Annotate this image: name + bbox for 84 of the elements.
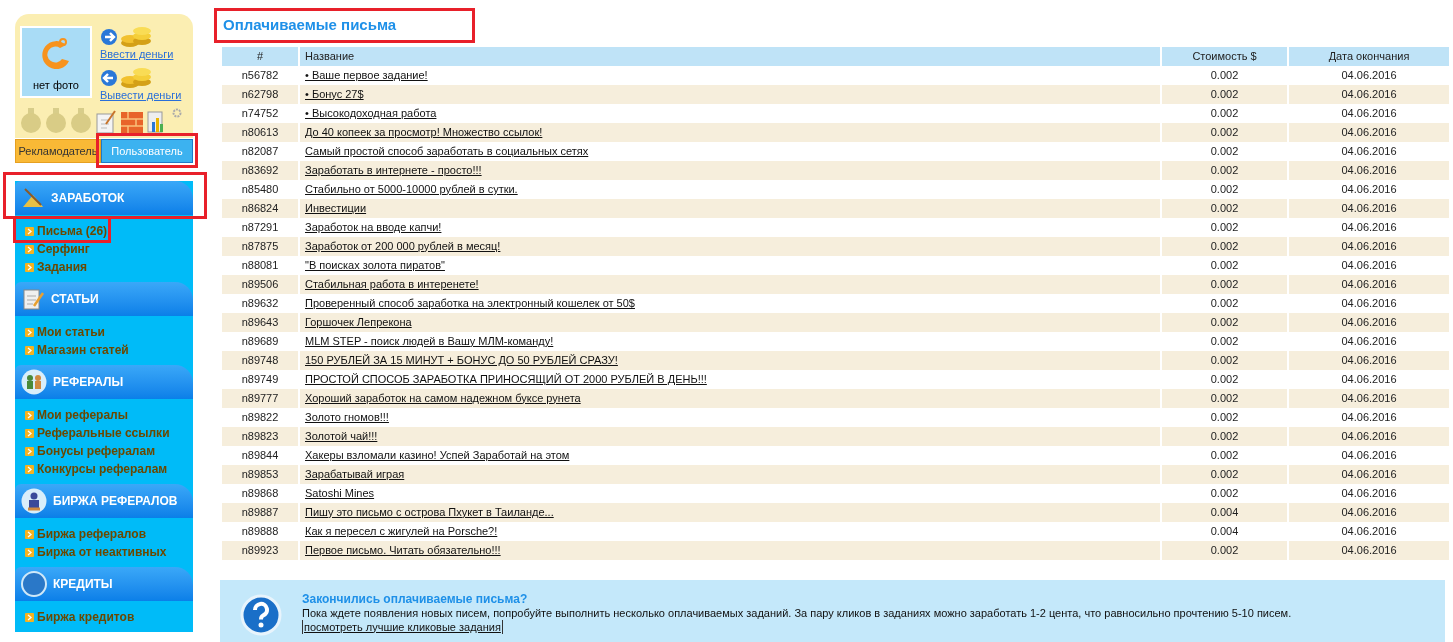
menu-link[interactable]: Мои рефералы — [25, 406, 128, 425]
menu-link[interactable]: Магазин статей — [25, 341, 129, 360]
letter-link[interactable]: Стабильная работа в интеренете! — [305, 277, 479, 290]
menu-link[interactable]: Серфинг — [25, 240, 90, 259]
letter-id: n89923 — [221, 540, 299, 560]
bullet-arrow-icon — [25, 612, 34, 622]
notice-title: Закончились оплачиваемые письма? — [302, 591, 529, 606]
medal-icon — [20, 108, 42, 134]
section-title: РЕФЕРАЛЫ — [53, 374, 124, 392]
letter-link[interactable]: MLM STEP - поиск людей в Вашу МЛМ-команду! — [305, 334, 554, 347]
menu-link-label: Биржа кредитов — [37, 609, 135, 627]
bullet-arrow-icon — [25, 464, 34, 474]
bullet-arrow-icon — [25, 345, 34, 355]
medal-icon — [45, 108, 67, 134]
letter-link[interactable]: Золото гномов!!! — [305, 410, 389, 423]
section-title: СТАТЬИ — [51, 291, 99, 309]
letter-link[interactable]: Заработок на вводе капчи! — [305, 220, 442, 233]
menu-link[interactable]: Задания — [25, 258, 88, 277]
letter-link[interactable]: 150 РУБЛЕЙ ЗА 15 МИНУТ + БОНУС ДО 50 РУБЛЕЙ СРАЗУ! — [305, 353, 618, 366]
pickaxe-pile-icon — [21, 187, 45, 210]
notice-text: Пока ждете появления новых писем, попробуйте выполнить несколько оплачиваемых заданий. За пару кликов в заданиях можно заработать 1-2 цента, что равносильно прочтению 5-10 писем. — [302, 605, 1292, 620]
letter-link[interactable]: Пишу это письмо с острова Пхукет в Таиланде... — [305, 505, 554, 518]
letter-link[interactable]: Стабильно от 5000-10000 рублей в сутки. — [305, 182, 518, 195]
letter-link[interactable]: Первое письмо. Читать обязательно!!! — [305, 543, 501, 556]
coins-icon — [120, 26, 154, 48]
letter-cost: 0.002 — [1161, 540, 1288, 560]
notice-link[interactable]: посмотреть лучшие кликовые задания — [302, 619, 503, 634]
letter-link[interactable]: • Ваше первое задание! — [305, 68, 428, 81]
letter-link[interactable]: Золотой чай!!! — [305, 429, 378, 442]
letter-link[interactable]: ПРОСТОЙ СПОСОБ ЗАРАБОТКА ПРИНОСЯЩИЙ ОТ 2000 РУБЛЕЙ В ДЕНЬ!!! — [305, 372, 707, 385]
right-arrow-icon — [100, 28, 118, 46]
avatar-label: нет фото — [33, 77, 79, 93]
menu-link-label: Серфинг — [37, 241, 90, 259]
bullet-arrow-icon — [25, 446, 34, 456]
section-title: ЗАРАБОТОК — [51, 190, 125, 208]
settings-icon[interactable] — [172, 108, 182, 118]
bullet-arrow-icon — [25, 244, 34, 254]
bullet-arrow-icon — [25, 529, 34, 539]
credit-coin-icon — [21, 571, 47, 598]
letter-link[interactable]: • Бонус 27$ — [305, 87, 364, 100]
letter-link[interactable]: Как я пересел с жигулей на Porsche?! — [305, 524, 498, 537]
bullet-arrow-icon — [25, 428, 34, 438]
letter-link[interactable]: Заработать в интернете - просто!!! — [305, 163, 482, 176]
medal-icon — [70, 108, 92, 134]
brick-wall-icon — [120, 110, 144, 134]
deposit-link[interactable]: Ввести деньги — [100, 48, 182, 61]
menu-link[interactable]: Биржа кредитов — [25, 608, 135, 627]
mode-tab[interactable]: Рекламодатель — [15, 139, 101, 164]
section-title: БИРЖА РЕФЕРАЛОВ — [53, 493, 178, 511]
letter-link[interactable]: Самый простой способ заработать в социальных сетях — [305, 144, 589, 157]
menu-link-label: Мои статьи — [37, 324, 105, 342]
withdraw-link[interactable]: Вывести деньги — [100, 89, 182, 102]
letter-link[interactable]: Заработок от 200 000 рублей в месяц! — [305, 239, 501, 252]
help-icon — [240, 593, 282, 636]
people-group-icon — [21, 369, 47, 396]
section-title: КРЕДИТЫ — [53, 576, 113, 594]
bullet-arrow-icon — [25, 547, 34, 557]
letter-end-date: 04.06.2016 — [1288, 540, 1450, 560]
letter-link[interactable]: Инвестиции — [305, 201, 367, 214]
menu-link-label: Задания — [37, 259, 88, 277]
bullet-arrow-icon — [25, 226, 34, 236]
letter-link[interactable]: Горшочек Лепрекона — [305, 315, 412, 328]
menu-link[interactable]: Письма (26) — [25, 222, 108, 241]
letter-link[interactable]: Хороший заработок на самом надежном буксе рунета — [305, 391, 581, 404]
notepad-icon — [95, 110, 117, 134]
people-exchange-icon — [21, 488, 47, 515]
bullet-arrow-icon — [25, 262, 34, 272]
coins-icon — [120, 67, 154, 89]
menu-link-label: Магазин статей — [37, 342, 129, 360]
letter-link[interactable]: До 40 копеек за просмотр! Множество ссылок! — [305, 125, 543, 138]
page-title: Оплачиваемые письма — [222, 15, 398, 35]
bullet-arrow-icon — [25, 327, 34, 337]
menu-link-label: Мои рефералы — [37, 407, 128, 425]
document-pen-icon — [21, 287, 45, 312]
letter-link[interactable]: Проверенный способ заработка на электронный кошелек от 50$ — [305, 296, 635, 309]
letter-link[interactable]: Хакеры взломали казино! Успей Заработай на этом — [305, 448, 570, 461]
letter-link[interactable]: Зарабатывай играя — [305, 467, 405, 480]
letter-link[interactable]: • Высокодоходная работа — [305, 106, 437, 119]
bullet-arrow-icon — [25, 410, 34, 420]
letter-link[interactable]: "В поисках золота пиратов" — [305, 258, 445, 271]
menu-link-label: Письма (26) — [37, 223, 108, 241]
letter-link[interactable]: Satoshi Mines — [305, 486, 375, 499]
left-arrow-icon — [100, 69, 118, 87]
menu-link[interactable]: Мои статьи — [25, 323, 105, 342]
